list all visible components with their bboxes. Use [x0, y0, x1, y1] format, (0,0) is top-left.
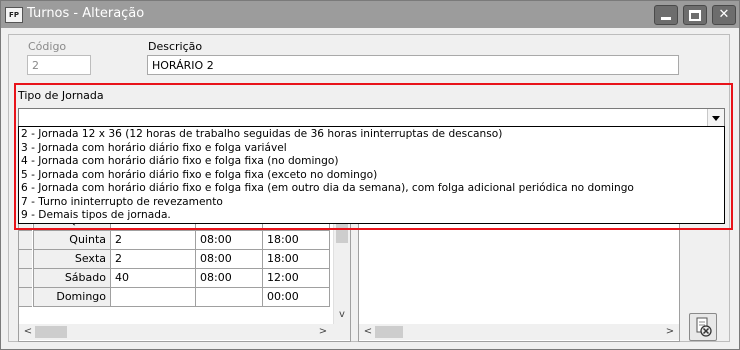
scroll-right-icon[interactable]: > [663, 325, 677, 339]
list-item[interactable]: 6 - Jornada com horário diário fixo e fo… [21, 182, 634, 195]
row-indicator [19, 231, 32, 250]
scrollbar-thumb[interactable] [375, 326, 403, 338]
list-item[interactable]: 3 - Jornada com horário diário fixo e fo… [21, 142, 287, 155]
chevron-down-icon [712, 116, 720, 121]
count-cell[interactable]: 2 [111, 250, 196, 269]
maximize-icon [689, 10, 701, 21]
app-icon[interactable]: FP [5, 7, 23, 23]
day-cell: Quinta [33, 231, 111, 250]
end-cell[interactable]: 12:00 [263, 269, 330, 288]
schedule-grid[interactable]: Quarta 2 08:00 18:00 Quinta 2 08:00 18:0… [18, 212, 351, 342]
tipo-jornada-options-list[interactable]: 2 - Jornada 12 x 36 (12 horas de trabalh… [18, 126, 725, 224]
close-button[interactable]: ✕ [712, 5, 736, 25]
start-cell[interactable]: 08:00 [196, 269, 263, 288]
list-item[interactable]: 4 - Jornada com horário diário fixo e fo… [21, 155, 338, 168]
start-cell[interactable] [196, 288, 263, 307]
title-bar[interactable]: FP Turnos - Alteração ✕ [1, 1, 739, 28]
horizontal-scrollbar[interactable]: < > [19, 324, 350, 340]
scroll-left-icon[interactable]: < [361, 325, 375, 339]
cancel-document-button[interactable] [689, 313, 717, 341]
count-cell[interactable]: 40 [111, 269, 196, 288]
day-cell: Sábado [33, 269, 111, 288]
list-item[interactable]: 5 - Jornada com horário diário fixo e fo… [21, 169, 377, 182]
minimize-button[interactable] [654, 5, 678, 25]
window-title: Turnos - Alteração [27, 6, 145, 21]
horizontal-scrollbar[interactable]: < > [359, 324, 679, 340]
codigo-label: Código [28, 40, 67, 53]
secondary-grid[interactable]: < > [358, 212, 680, 342]
end-cell[interactable]: 18:00 [263, 250, 330, 269]
start-cell[interactable]: 08:00 [196, 231, 263, 250]
scroll-right-icon[interactable]: > [316, 325, 330, 339]
list-item[interactable]: 2 - Jornada 12 x 36 (12 horas de trabalh… [21, 128, 502, 141]
codigo-field: 2 [27, 55, 91, 75]
vertical-scrollbar[interactable]: v [333, 213, 350, 324]
descricao-field[interactable]: HORÁRIO 2 [147, 55, 679, 75]
start-cell[interactable]: 08:00 [196, 250, 263, 269]
day-cell: Sexta [33, 250, 111, 269]
end-cell[interactable]: 00:00 [263, 288, 330, 307]
cancel-document-icon [696, 317, 712, 337]
day-cell: Domingo [33, 288, 111, 307]
row-indicator [19, 250, 32, 269]
row-indicator [19, 288, 32, 307]
scroll-left-icon[interactable]: < [21, 325, 35, 339]
tipo-jornada-label: Tipo de Jornada [18, 89, 104, 102]
scrollbar-thumb[interactable] [35, 326, 67, 338]
scroll-down-icon[interactable]: v [335, 308, 349, 322]
end-cell[interactable]: 18:00 [263, 231, 330, 250]
count-cell[interactable] [111, 288, 196, 307]
maximize-button[interactable] [683, 5, 707, 25]
dropdown-button[interactable] [707, 109, 724, 126]
close-icon: ✕ [718, 7, 730, 22]
descricao-label: Descrição [148, 40, 203, 53]
row-indicator [19, 269, 32, 288]
list-item[interactable]: 9 - Demais tipos de jornada. [21, 209, 171, 222]
list-item[interactable]: 7 - Turno ininterrupto de revezamento [21, 196, 223, 209]
minimize-icon [661, 17, 671, 20]
count-cell[interactable]: 2 [111, 231, 196, 250]
tipo-jornada-select[interactable] [18, 108, 725, 127]
